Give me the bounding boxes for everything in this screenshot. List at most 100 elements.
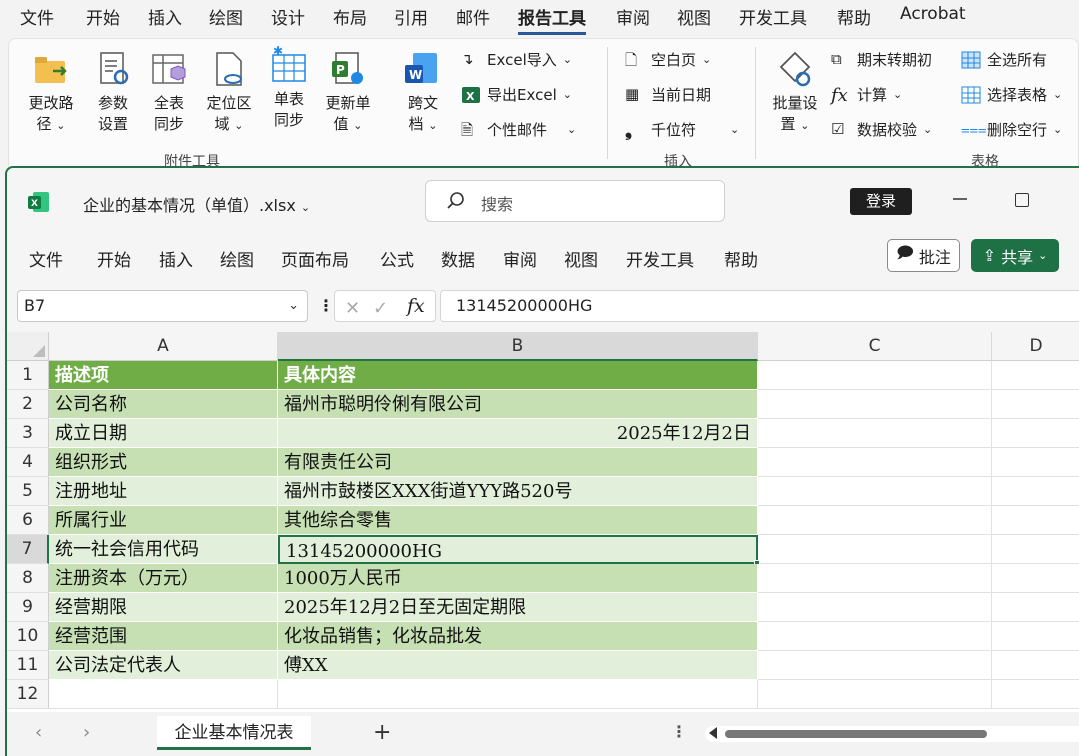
cell-empty[interactable] bbox=[992, 564, 1079, 593]
column-header-b[interactable]: B bbox=[278, 332, 758, 361]
cell-description[interactable]: 成立日期 bbox=[49, 419, 278, 448]
row-header[interactable]: 4 bbox=[7, 448, 49, 477]
select-all-button[interactable]: 全选所有 bbox=[961, 49, 1047, 70]
more-vertical-icon[interactable]: ⋮ bbox=[671, 722, 687, 741]
word-menu-home[interactable]: 开始 bbox=[86, 4, 120, 29]
period-carry-button[interactable]: ⧉ 期末转期初 bbox=[831, 49, 932, 70]
cell-empty[interactable] bbox=[758, 419, 992, 448]
cell-empty[interactable] bbox=[758, 593, 992, 622]
excel-menu-formulas[interactable]: 公式 bbox=[380, 246, 414, 271]
word-menu-view[interactable]: 视图 bbox=[677, 4, 711, 29]
maximize-icon[interactable] bbox=[1015, 193, 1029, 207]
cross-document-button[interactable]: W 跨文 档 ⌄ bbox=[397, 49, 449, 136]
cell-description[interactable]: 统一社会信用代码 bbox=[49, 535, 278, 564]
cell-content[interactable]: 傅XX bbox=[278, 651, 758, 680]
word-menu-developer[interactable]: 开发工具 bbox=[739, 4, 807, 29]
search-box[interactable]: 搜索 bbox=[425, 180, 725, 222]
row-header[interactable]: 11 bbox=[7, 651, 49, 680]
cell-empty[interactable] bbox=[758, 535, 992, 564]
cell-empty[interactable] bbox=[992, 477, 1079, 506]
row-header[interactable]: 6 bbox=[7, 506, 49, 535]
file-name[interactable]: 企业的基本情况（单值）.xlsx ⌄ bbox=[83, 192, 310, 216]
cell-empty[interactable] bbox=[758, 448, 992, 477]
excel-menu-file[interactable]: 文件 bbox=[29, 246, 63, 271]
delete-empty-rows-button[interactable]: ⩶ 删除空行 ⌄ bbox=[961, 119, 1062, 140]
cell-empty[interactable] bbox=[992, 535, 1079, 564]
cell-empty[interactable] bbox=[992, 651, 1079, 680]
cell-content[interactable]: 化妆品销售；化妆品批发 bbox=[278, 622, 758, 651]
cell-empty[interactable] bbox=[758, 390, 992, 419]
cell-empty[interactable] bbox=[992, 680, 1079, 709]
blank-page-button[interactable]: 🗋 空白页 ⌄ bbox=[625, 49, 711, 70]
cell-description[interactable] bbox=[49, 680, 278, 709]
cell-description[interactable]: 公司法定代表人 bbox=[49, 651, 278, 680]
cell-content[interactable]: 2025年12月2日 bbox=[278, 419, 758, 448]
cell-content[interactable]: 2025年12月2日至无固定期限 bbox=[278, 593, 758, 622]
excel-menu-insert[interactable]: 插入 bbox=[159, 246, 193, 271]
select-table-button[interactable]: 选择表格 ⌄ bbox=[961, 84, 1062, 105]
excel-menu-view[interactable]: 视图 bbox=[564, 246, 598, 271]
row-header[interactable]: 9 bbox=[7, 593, 49, 622]
cell-empty[interactable] bbox=[758, 680, 992, 709]
login-button[interactable]: 登录 bbox=[850, 188, 912, 215]
row-header[interactable]: 10 bbox=[7, 622, 49, 651]
cell-content[interactable]: 福州市鼓楼区XXX街道YYY路520号 bbox=[278, 477, 758, 506]
cell-description[interactable]: 公司名称 bbox=[49, 390, 278, 419]
param-settings-button[interactable]: 参数 设置 bbox=[87, 49, 139, 135]
cell-description[interactable]: 所属行业 bbox=[49, 506, 278, 535]
sheet-tab-active[interactable]: 企业基本情况表 bbox=[157, 716, 311, 750]
cell-content[interactable]: 1000万人民币 bbox=[278, 564, 758, 593]
cell-empty[interactable] bbox=[758, 564, 992, 593]
change-path-button[interactable]: 更改路 径 ⌄ bbox=[19, 49, 83, 136]
cell-empty[interactable] bbox=[992, 390, 1079, 419]
thousands-separator-button[interactable]: ❟ 千位符 ⌄ bbox=[625, 119, 739, 141]
excel-menu-draw[interactable]: 绘图 bbox=[220, 246, 254, 271]
cell-content[interactable]: 福州市聪明伶俐有限公司 bbox=[278, 390, 758, 419]
cell-empty[interactable] bbox=[758, 622, 992, 651]
function-icon[interactable]: fx bbox=[407, 295, 425, 317]
excel-import-button[interactable]: ↴ Excel导入 ⌄ bbox=[461, 49, 572, 70]
cell-empty[interactable] bbox=[992, 448, 1079, 477]
word-menu-review[interactable]: 审阅 bbox=[616, 4, 650, 29]
comment-button[interactable]: 🗩 批注 bbox=[887, 239, 960, 272]
word-menu-help[interactable]: 帮助 bbox=[837, 4, 871, 29]
next-sheet-icon[interactable]: › bbox=[83, 722, 90, 743]
cell-description[interactable]: 描述项 bbox=[49, 361, 278, 390]
batch-settings-button[interactable]: 批量设 置 ⌄ bbox=[765, 49, 825, 136]
update-single-value-button[interactable]: P 更新单 值 ⌄ bbox=[317, 49, 379, 136]
cell-empty[interactable] bbox=[758, 651, 992, 680]
cell-empty[interactable] bbox=[992, 506, 1079, 535]
current-date-button[interactable]: ▦ 当前日期 bbox=[625, 84, 711, 105]
check-icon[interactable]: ✓ bbox=[373, 298, 388, 319]
cell-content[interactable] bbox=[278, 680, 758, 709]
row-header[interactable]: 8 bbox=[7, 564, 49, 593]
excel-menu-review[interactable]: 审阅 bbox=[503, 246, 537, 271]
horizontal-scrollbar[interactable] bbox=[705, 726, 1079, 742]
add-sheet-icon[interactable]: + bbox=[373, 720, 391, 745]
column-header-c[interactable]: C bbox=[758, 332, 992, 361]
row-header[interactable]: 2 bbox=[7, 390, 49, 419]
excel-menu-help[interactable]: 帮助 bbox=[724, 246, 758, 271]
cell-description[interactable]: 注册地址 bbox=[49, 477, 278, 506]
row-header[interactable]: 5 bbox=[7, 477, 49, 506]
cell-content[interactable]: 13145200000HG bbox=[278, 535, 758, 564]
cell-empty[interactable] bbox=[992, 622, 1079, 651]
word-menu-insert[interactable]: 插入 bbox=[148, 4, 182, 29]
formula-input[interactable]: 13145200000HG bbox=[440, 290, 1079, 322]
export-excel-button[interactable]: X 导出Excel ⌄ bbox=[461, 84, 572, 105]
row-header[interactable]: 7 bbox=[7, 535, 49, 564]
cell-content[interactable]: 具体内容 bbox=[278, 361, 758, 390]
row-header[interactable]: 3 bbox=[7, 419, 49, 448]
word-menu-draw[interactable]: 绘图 bbox=[209, 4, 243, 29]
word-menu-acrobat[interactable]: Acrobat bbox=[900, 4, 966, 24]
column-header-a[interactable]: A bbox=[49, 332, 278, 361]
cell-empty[interactable] bbox=[992, 419, 1079, 448]
personal-mail-button[interactable]: 🗎 个性邮件 ⌄ bbox=[461, 119, 576, 140]
word-menu-file[interactable]: 文件 bbox=[20, 4, 54, 29]
row-header[interactable]: 1 bbox=[7, 361, 49, 390]
word-menu-design[interactable]: 设计 bbox=[271, 4, 305, 29]
cell-empty[interactable] bbox=[992, 593, 1079, 622]
cell-empty[interactable] bbox=[758, 506, 992, 535]
word-menu-references[interactable]: 引用 bbox=[394, 4, 428, 29]
locate-area-button[interactable]: 定位区 域 ⌄ bbox=[199, 49, 259, 136]
